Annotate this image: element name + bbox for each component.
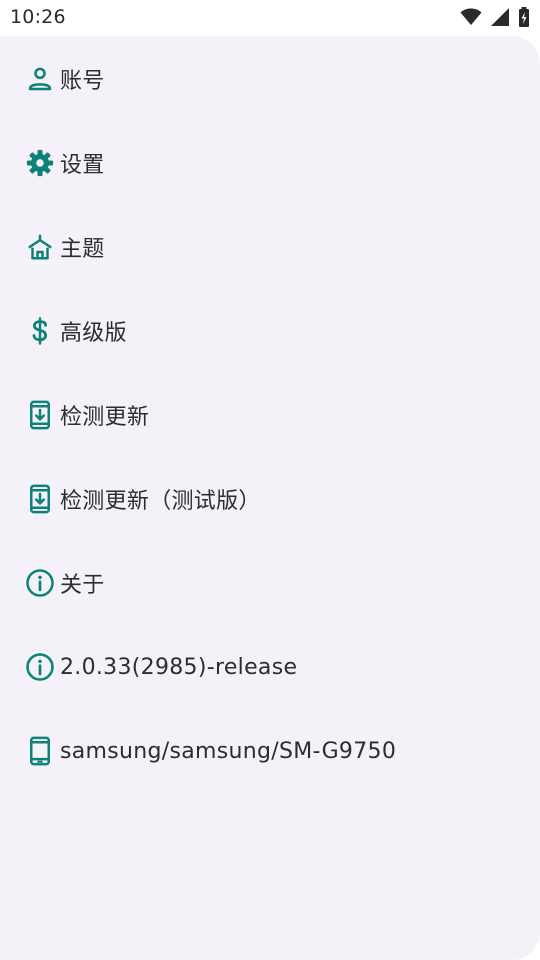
menu-label-about: 关于: [60, 573, 105, 598]
battery-charging-icon: [518, 7, 530, 31]
menu-label-theme: 主题: [60, 237, 105, 262]
phone-download-icon: [24, 399, 56, 431]
gear-icon: [24, 147, 56, 179]
person-icon: [24, 63, 56, 95]
dollar-icon: [24, 315, 56, 347]
menu-label-account: 账号: [60, 69, 105, 94]
menu-label-check-update-beta: 检测更新（测试版）: [60, 489, 261, 514]
status-icons: [460, 7, 530, 31]
menu-item-about[interactable]: 关于: [24, 561, 105, 605]
smartphone-icon: [24, 735, 56, 767]
menu-item-version[interactable]: 2.0.33(2985)-release: [24, 645, 297, 689]
menu-label-premium: 高级版: [60, 321, 127, 346]
status-time: 10:26: [10, 6, 66, 28]
menu-label-settings: 设置: [60, 153, 105, 178]
menu-label-check-update: 检测更新: [60, 405, 150, 430]
hanger-icon: [24, 231, 56, 263]
cellular-signal-icon: [490, 7, 510, 31]
wifi-icon: [460, 8, 482, 30]
menu-item-theme[interactable]: 主题: [24, 225, 105, 269]
phone-download-icon: [24, 483, 56, 515]
status-bar: 10:26: [0, 0, 540, 36]
menu-label-version: 2.0.33(2985)-release: [60, 654, 298, 680]
menu-item-premium[interactable]: 高级版: [24, 309, 127, 353]
menu-item-device[interactable]: samsung/samsung/SM-G9750: [24, 729, 396, 773]
menu-item-settings[interactable]: 设置: [24, 141, 105, 185]
info-icon: [24, 567, 56, 599]
menu-item-check-update[interactable]: 检测更新: [24, 393, 149, 437]
menu-item-account[interactable]: 账号: [24, 57, 105, 101]
menu-label-device: samsung/samsung/SM-G9750: [60, 738, 397, 764]
navigation-drawer: 账号 设置 主题 高级版 检测更新 检测更新（测试版） 关于 2.0.33(29…: [0, 36, 540, 960]
menu-item-check-update-beta[interactable]: 检测更新（测试版）: [24, 477, 261, 521]
info-icon: [24, 651, 56, 683]
